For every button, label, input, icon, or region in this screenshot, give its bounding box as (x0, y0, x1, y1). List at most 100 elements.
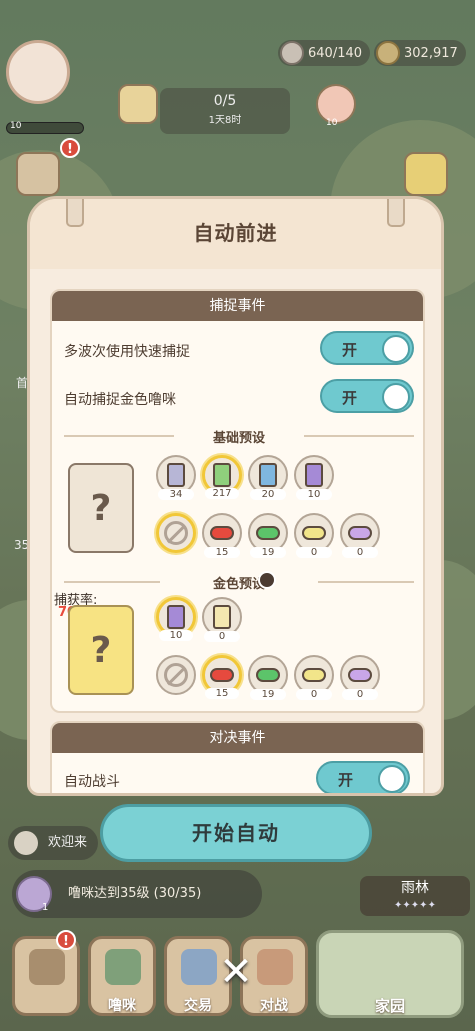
candy-icon (210, 668, 234, 682)
tab-home[interactable]: 家园 (316, 930, 464, 1018)
tab-label: 对战 (260, 998, 288, 1014)
gold-candy-slot-1[interactable]: 15 (202, 655, 242, 699)
toggle-label: 开 (342, 389, 358, 407)
capture-card-icon (305, 463, 323, 487)
capture-card-icon (213, 605, 231, 629)
slot-count: 15 (205, 688, 239, 699)
level-number: 10 (10, 121, 22, 131)
basic-candy-slot-4[interactable]: 0 (340, 513, 380, 558)
toggle-label: 开 (338, 771, 354, 789)
slot-count: 10 (296, 489, 332, 500)
swap-icon[interactable] (258, 571, 276, 589)
grid-icon (29, 949, 65, 985)
lumi-icon (105, 949, 141, 985)
coin-counter[interactable]: 302,917 (374, 40, 466, 66)
quest-timer: 1天8时 (208, 115, 242, 126)
gold-card-slot-1[interactable]: 10 (156, 597, 196, 641)
tab-label: 家园 (374, 997, 405, 1015)
auto-advance-dialog: 自动前进 捕捉事件 多波次使用快速捕捉 开 自动捕捉金色噜咪 开 基础预设 ? … (27, 196, 444, 796)
slot-count: 0 (342, 689, 378, 700)
ban-icon (164, 521, 188, 545)
slot-count: 19 (250, 547, 286, 558)
quest-book-icon[interactable] (118, 84, 158, 124)
basic-candy-slot-2[interactable]: 19 (248, 513, 288, 558)
capture-card-icon (167, 463, 185, 487)
quest-reward-count: 10 (326, 118, 338, 128)
capture-card-icon (167, 605, 185, 629)
coin-value: 302,917 (404, 45, 458, 61)
question-icon: ? (90, 487, 112, 529)
auto-battle-toggle[interactable]: 开 (316, 761, 410, 793)
coin-icon (376, 41, 400, 65)
slot-count: 19 (250, 689, 286, 700)
quick-capture-label: 多波次使用快速捕捉 (64, 344, 190, 360)
location-name: 雨林 (401, 880, 429, 896)
candy-icon (256, 526, 280, 540)
trade-icon (181, 949, 217, 985)
gold-preset-title: 金色预设 (212, 577, 265, 592)
question-icon: ? (90, 629, 112, 671)
task-text: 噜咪达到35级 (30/35) (68, 886, 202, 901)
shop-alert-icon: ! (60, 138, 80, 158)
toggle-knob (382, 383, 410, 411)
gold-card-slot-2[interactable]: 0 (202, 597, 242, 642)
capture-card-icon (213, 463, 231, 487)
tab-label: 交易 (184, 998, 212, 1014)
task-tracker[interactable]: 1 噜咪达到35级 (30/35) (12, 870, 262, 918)
chat-text: 欢迎来 (48, 835, 88, 850)
basic-preset-title: 基础预设 (212, 431, 265, 446)
shop-icon[interactable] (16, 152, 60, 196)
basic-card-slot-3[interactable]: 20 (248, 455, 288, 500)
energy-counter[interactable]: 640/140 (278, 40, 370, 66)
capture-event-section: 捕捉事件 多波次使用快速捕捉 开 自动捕捉金色噜咪 开 基础预设 ? 34 21… (50, 289, 425, 713)
chat-bar[interactable]: 欢迎来 (8, 826, 98, 860)
tab-label: 噜咪 (108, 998, 136, 1014)
tab-lumi[interactable]: 噜咪 (88, 936, 156, 1016)
candy-icon (256, 668, 280, 682)
slot-count: 20 (250, 489, 286, 500)
start-auto-button[interactable]: 开始自动 (100, 804, 372, 862)
close-icon[interactable]: ✕ (216, 952, 256, 992)
location-badge[interactable]: 雨林 ✦✦✦✦✦ (360, 876, 470, 916)
gold-candy-slot-3[interactable]: 0 (294, 655, 334, 700)
quest-progress: 0/5 (213, 93, 237, 109)
gold-candy-slot-4[interactable]: 0 (340, 655, 380, 700)
slot-count: 0 (296, 689, 332, 700)
basic-candy-none[interactable] (156, 513, 196, 553)
task-badge: 1 (42, 902, 49, 913)
candy-icon (348, 668, 372, 682)
basic-card-slot-4[interactable]: 10 (294, 455, 334, 500)
slot-count: 34 (158, 489, 194, 500)
auto-battle-label: 自动战斗 (64, 774, 120, 790)
duel-section-header: 对决事件 (52, 723, 423, 753)
slot-count: 0 (342, 547, 378, 558)
candy-icon (348, 526, 372, 540)
candy-icon (302, 526, 326, 540)
energy-value: 640/140 (308, 45, 363, 61)
gold-candy-none[interactable] (156, 655, 196, 695)
basic-preset-card[interactable]: ? (68, 463, 134, 553)
duel-event-section: 对决事件 自动战斗 开 (50, 721, 425, 793)
basic-card-slot-1[interactable]: 34 (156, 455, 196, 500)
slot-count: 10 (159, 630, 193, 641)
gold-preset-card[interactable]: ? (68, 605, 134, 695)
toggle-knob (378, 765, 406, 793)
auto-gold-toggle[interactable]: 开 (320, 379, 414, 413)
menu-alert-icon: ! (56, 930, 76, 950)
basic-candy-slot-3[interactable]: 0 (294, 513, 334, 558)
basic-card-slot-2[interactable]: 217 (202, 455, 242, 499)
basic-candy-slot-1[interactable]: 15 (202, 513, 242, 558)
slot-count: 217 (205, 488, 239, 499)
trophy-icon[interactable] (404, 152, 448, 196)
toggle-label: 开 (342, 341, 358, 359)
player-avatar[interactable] (6, 40, 70, 104)
location-stars: ✦✦✦✦✦ (394, 900, 436, 911)
quick-capture-toggle[interactable]: 开 (320, 331, 414, 365)
gold-preset-divider: 金色预设 (64, 575, 414, 592)
dialog-title: 自动前进 (193, 221, 278, 245)
capture-section-header: 捕捉事件 (52, 291, 423, 321)
gold-candy-slot-2[interactable]: 19 (248, 655, 288, 700)
slot-count: 0 (296, 547, 332, 558)
ban-icon (164, 663, 188, 687)
quest-tracker[interactable]: 0/5 1天8时 (160, 88, 290, 134)
